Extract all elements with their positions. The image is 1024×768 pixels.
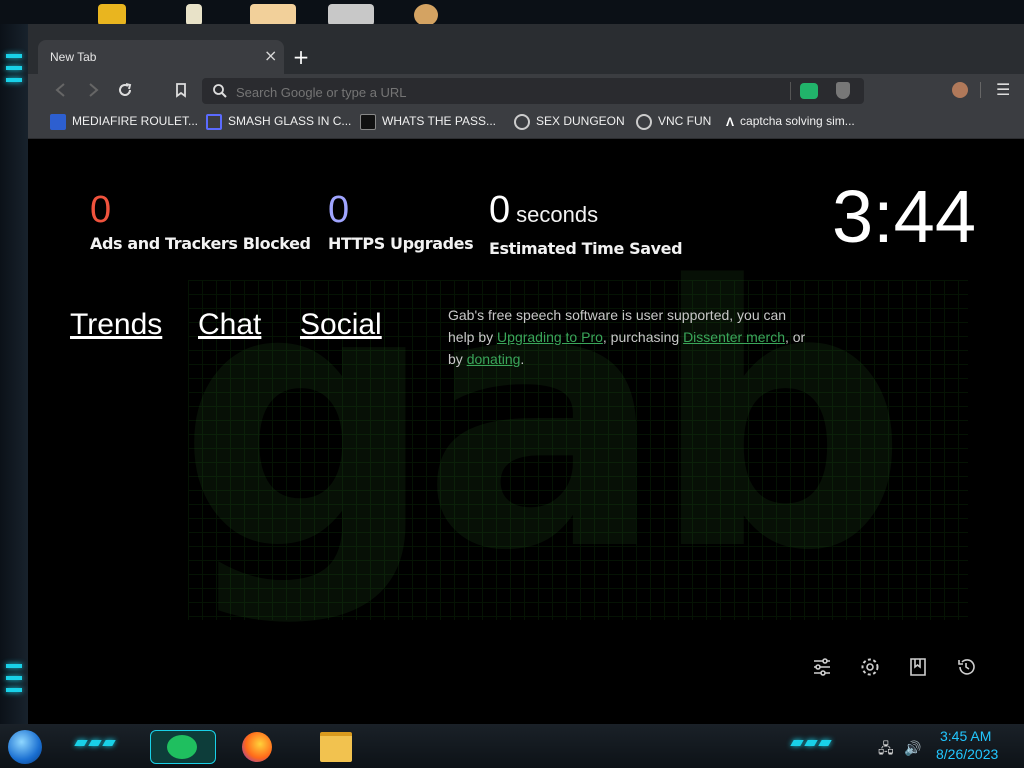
- desktop-icon-pen[interactable]: [186, 4, 202, 26]
- stat-label: HTTPS Upgrades: [328, 234, 474, 253]
- gear-icon: [514, 114, 530, 130]
- forward-icon[interactable]: [84, 81, 102, 99]
- taskbar-time[interactable]: 3:45 AM: [940, 728, 991, 744]
- tab-new-tab[interactable]: New Tab ×: [38, 40, 284, 74]
- link-trends[interactable]: Trends: [70, 308, 162, 342]
- desktop-left-frame: [0, 24, 28, 724]
- taskbar-date[interactable]: 8/26/2023: [936, 746, 998, 762]
- bookmarks-bar: MEDIAFIRE ROULET... SMASH GLASS IN C... …: [28, 106, 1024, 139]
- omnibox-divider: [790, 82, 791, 100]
- link-dissenter-merch[interactable]: Dissenter merch: [683, 329, 785, 345]
- stat-value: 0: [90, 189, 112, 231]
- newtab-clock: 3:44: [831, 175, 976, 258]
- stat-value-row: 0 seconds: [489, 189, 599, 231]
- bookmark-captcha[interactable]: Λcaptcha solving sim...: [726, 114, 855, 129]
- omnibox[interactable]: [202, 78, 864, 104]
- search-icon: [213, 84, 227, 98]
- sliders-icon[interactable]: [811, 656, 833, 678]
- taskbar-chat-app[interactable]: [150, 730, 216, 764]
- profile-avatar[interactable]: [952, 82, 968, 98]
- taskbar: 🖧 🔊 3:45 AM 8/26/2023: [0, 724, 1024, 768]
- back-icon[interactable]: [52, 81, 70, 99]
- stat-label: Ads and Trackers Blocked: [90, 234, 311, 253]
- history-icon[interactable]: [955, 656, 977, 678]
- chat-extension-icon[interactable]: [800, 83, 818, 99]
- stat-https-upgrades: 0 HTTPS Upgrades: [328, 188, 474, 253]
- tab-title: New Tab: [50, 50, 97, 64]
- stat-time-saved: 0 seconds Estimated Time Saved: [489, 188, 683, 258]
- bookmark-sex-dungeon[interactable]: SEX DUNGEON: [514, 114, 625, 130]
- new-tab-button[interactable]: +: [292, 47, 310, 67]
- link-chat[interactable]: Chat: [198, 308, 261, 342]
- desktop-icon-duck[interactable]: [98, 4, 126, 26]
- link-donating[interactable]: donating: [467, 351, 521, 367]
- desktop-top-strip: [0, 0, 1024, 26]
- bookmark-icon[interactable]: [172, 81, 190, 99]
- stat-unit: seconds: [516, 202, 599, 227]
- firefox-icon: [242, 732, 272, 762]
- volume-icon[interactable]: 🔊: [904, 741, 921, 757]
- bookmark-vnc-fun[interactable]: VNC FUN: [636, 114, 711, 130]
- network-icon[interactable]: 🖧: [878, 741, 894, 757]
- taskbar-firefox[interactable]: [242, 732, 272, 762]
- chat-icon: [167, 735, 197, 759]
- reload-icon[interactable]: [116, 81, 134, 99]
- bookmark-smash-glass[interactable]: SMASH GLASS IN C...: [206, 114, 351, 130]
- link-social[interactable]: Social: [300, 308, 382, 342]
- bookmark-mediafire[interactable]: MEDIAFIRE ROULET...: [50, 114, 198, 130]
- new-tab-page: gab 0 Ads and Trackers Blocked 0 HTTPS U…: [38, 140, 1014, 724]
- stat-value: 0: [328, 189, 350, 231]
- desktop-icon-person[interactable]: [414, 4, 438, 26]
- lock-icon: [360, 114, 376, 130]
- stat-ads-blocked: 0 Ads and Trackers Blocked: [90, 188, 311, 253]
- taskbar-file-explorer[interactable]: [320, 732, 352, 762]
- gear-icon[interactable]: [859, 656, 881, 678]
- support-message: Gab's free speech software is user suppo…: [448, 307, 806, 367]
- lambda-icon: Λ: [726, 114, 735, 129]
- browser-toolbar: ☰: [28, 74, 1024, 106]
- address-input[interactable]: [234, 81, 778, 103]
- toolbar-divider: [980, 82, 981, 98]
- link-upgrade-pro[interactable]: Upgrading to Pro: [497, 329, 603, 345]
- desktop-icon-app[interactable]: [250, 4, 296, 26]
- system-tray: 🖧 🔊: [878, 738, 922, 762]
- close-icon[interactable]: ×: [264, 46, 277, 65]
- menu-icon[interactable]: ☰: [996, 80, 1010, 99]
- tab-strip: New Tab × +: [28, 24, 1024, 74]
- bracket-icon: [206, 114, 222, 130]
- folder-icon: [320, 732, 352, 762]
- shield-icon[interactable]: [836, 82, 850, 99]
- start-button[interactable]: [8, 730, 42, 764]
- bookmarks-icon[interactable]: [907, 656, 929, 678]
- bookmark-whats-the-pass[interactable]: WHATS THE PASS...: [360, 114, 496, 130]
- gear-icon: [636, 114, 652, 130]
- mediafire-icon: [50, 114, 66, 130]
- browser-window: New Tab × + ☰: [28, 24, 1024, 724]
- desktop-icon-terminal[interactable]: [328, 4, 374, 26]
- stat-label: Estimated Time Saved: [489, 239, 683, 258]
